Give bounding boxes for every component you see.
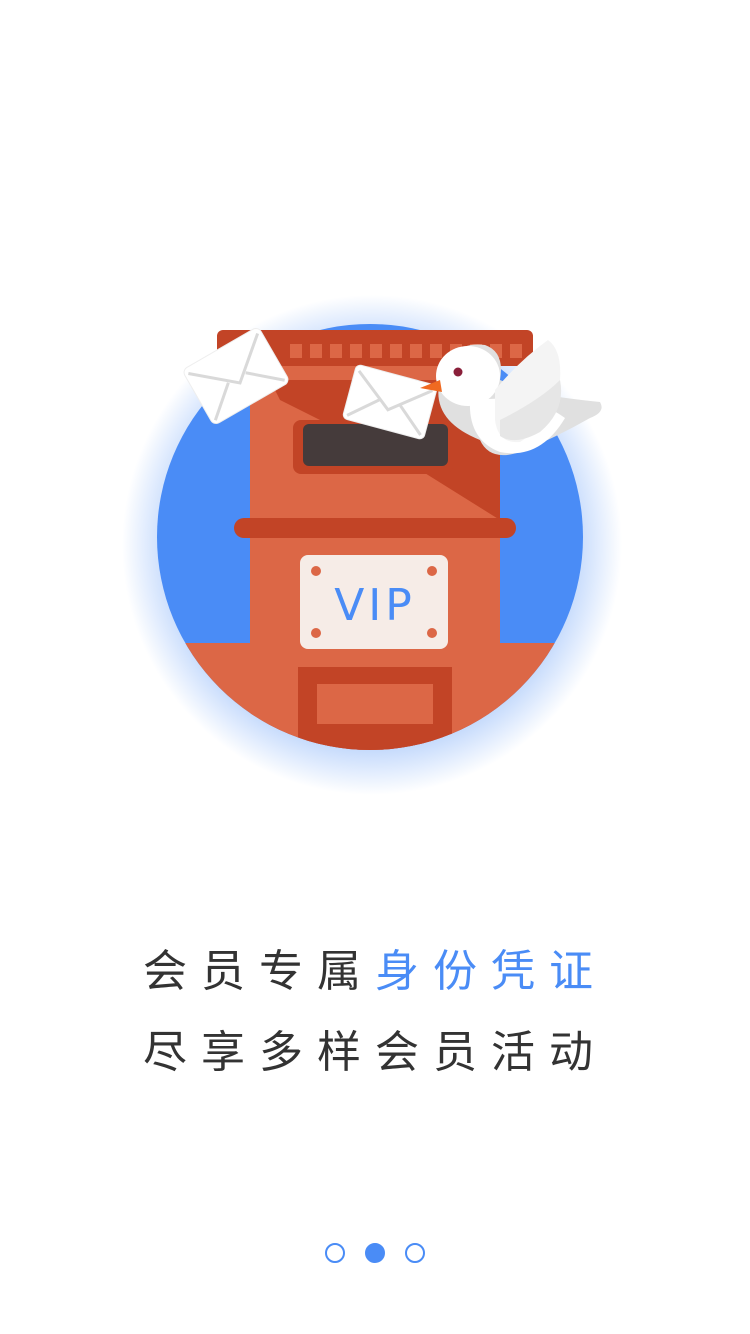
vip-mailbox-illustration: VIP bbox=[122, 295, 622, 795]
page-indicator bbox=[0, 1243, 750, 1263]
plate-rivet bbox=[311, 566, 321, 576]
page-dot-1[interactable] bbox=[325, 1243, 345, 1263]
mailbox-door bbox=[317, 684, 433, 724]
headline-line-1: 会员专属身份凭证 bbox=[0, 942, 750, 1002]
headline-line-2: 尽享多样会员活动 bbox=[143, 1027, 607, 1078]
plate-rivet bbox=[427, 628, 437, 638]
vip-plate-text: VIP bbox=[334, 580, 416, 631]
plate-rivet bbox=[311, 628, 321, 638]
plate-rivet bbox=[427, 566, 437, 576]
headline-line-1-prefix: 会员专属 bbox=[143, 946, 375, 997]
page-dot-2-active[interactable] bbox=[365, 1243, 385, 1263]
page-dot-3[interactable] bbox=[405, 1243, 425, 1263]
mailbox-belt bbox=[234, 518, 516, 538]
headline-line-1-highlight: 身份凭证 bbox=[375, 946, 607, 997]
